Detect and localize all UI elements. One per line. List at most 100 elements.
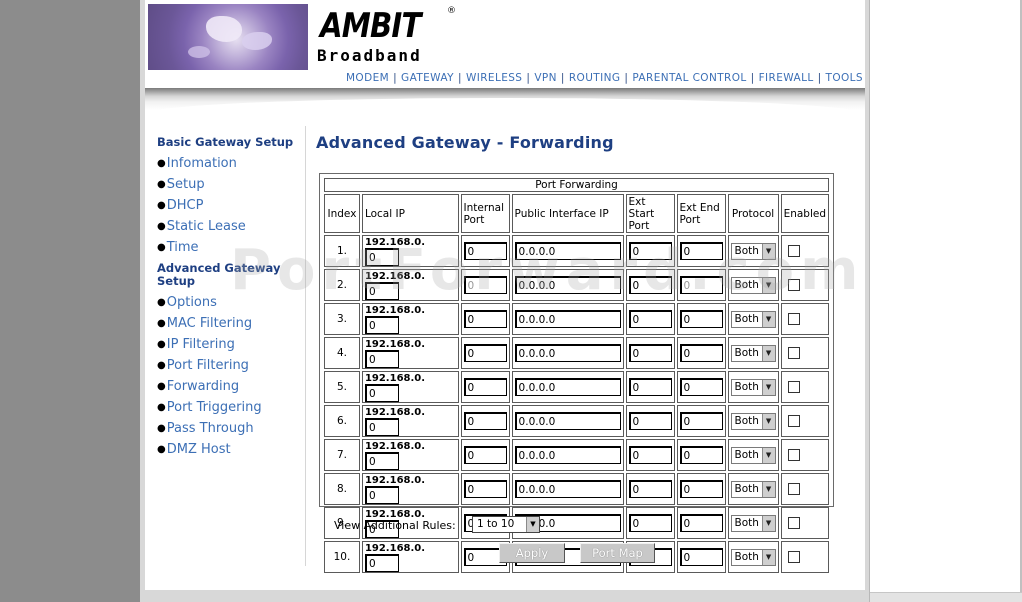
public-ip-input[interactable] <box>514 310 621 328</box>
ext-end-port-input[interactable] <box>679 378 723 396</box>
ext-start-port-input[interactable] <box>628 480 672 498</box>
protocol-select[interactable]: Both ▼ <box>730 276 776 294</box>
enabled-checkbox[interactable] <box>787 381 800 393</box>
sidebar-item[interactable]: ●Setup <box>157 174 307 195</box>
public-ip-input[interactable] <box>514 276 621 294</box>
protocol-select[interactable]: Both ▼ <box>730 344 776 362</box>
local-ip-octet-input[interactable] <box>364 486 399 504</box>
ip-prefix: 192.168.0. <box>364 373 426 384</box>
protocol-cell: Both ▼ <box>727 337 779 369</box>
ext-end-port-input[interactable] <box>679 344 723 362</box>
public-ip-input[interactable] <box>514 242 621 260</box>
enabled-checkbox[interactable] <box>787 279 800 291</box>
protocol-select[interactable]: Both ▼ <box>730 446 776 464</box>
internal-port-input[interactable] <box>463 310 507 328</box>
ext-start-port-input[interactable] <box>628 276 672 294</box>
enabled-checkbox[interactable] <box>787 415 800 427</box>
protocol-cell: Both ▼ <box>727 303 779 335</box>
enabled-checkbox[interactable] <box>787 245 800 257</box>
ext-start-port-input[interactable] <box>628 446 672 464</box>
ext-start-port-input[interactable] <box>628 344 672 362</box>
ext-end-port-input[interactable] <box>679 276 723 294</box>
sidebar-item[interactable]: ●DHCP <box>157 195 307 216</box>
internal-port-input[interactable] <box>463 412 507 430</box>
ext-start-port-input[interactable] <box>628 242 672 260</box>
internal-port-input[interactable] <box>463 446 507 464</box>
internal-port-cell <box>460 269 510 301</box>
topnav-item[interactable]: TOOLS <box>826 72 863 84</box>
topnav-item[interactable]: ROUTING <box>569 72 621 84</box>
enabled-checkbox[interactable] <box>787 551 800 563</box>
local-ip-octet-input[interactable] <box>364 554 399 572</box>
enabled-checkbox[interactable] <box>787 483 800 495</box>
public-ip-input[interactable] <box>514 480 621 498</box>
local-ip-octet-input[interactable] <box>364 384 399 402</box>
internal-port-input[interactable] <box>463 276 507 294</box>
topnav-item[interactable]: MODEM <box>346 72 389 84</box>
local-ip-octet-input[interactable] <box>364 316 399 334</box>
ext-end-port-input[interactable] <box>679 480 723 498</box>
port-map-button[interactable]: Port Map <box>580 543 655 563</box>
ext-end-port-input[interactable] <box>679 242 723 260</box>
apply-button[interactable]: Apply <box>499 543 565 563</box>
enabled-cell <box>780 507 829 539</box>
protocol-value: Both <box>734 380 759 393</box>
protocol-value: Both <box>734 244 759 257</box>
topnav-item[interactable]: VPN <box>534 72 557 84</box>
internal-port-cell <box>460 303 510 335</box>
ext-end-port-input[interactable] <box>679 310 723 328</box>
enabled-checkbox[interactable] <box>787 449 800 461</box>
internal-port-input[interactable] <box>463 344 507 362</box>
sidebar-item[interactable]: ●Static Lease <box>157 216 307 237</box>
protocol-select[interactable]: Both ▼ <box>730 310 776 328</box>
protocol-select[interactable]: Both ▼ <box>730 378 776 396</box>
enabled-checkbox[interactable] <box>787 313 800 325</box>
sidebar-item[interactable]: ●Options <box>157 292 307 313</box>
public-ip-input[interactable] <box>514 412 621 430</box>
sidebar-item[interactable]: ●Port Triggering <box>157 397 307 418</box>
protocol-select[interactable]: Both ▼ <box>730 242 776 260</box>
sidebar-item[interactable]: ●Forwarding <box>157 376 307 397</box>
protocol-select[interactable]: Both ▼ <box>730 548 776 566</box>
ext-end-cell <box>676 405 726 437</box>
internal-port-input[interactable] <box>463 242 507 260</box>
topnav-item[interactable]: WIRELESS <box>466 72 522 84</box>
ext-end-port-input[interactable] <box>679 548 723 566</box>
sidebar-item[interactable]: ●MAC Filtering <box>157 313 307 334</box>
local-ip-octet-input[interactable] <box>364 282 399 300</box>
protocol-select[interactable]: Both ▼ <box>730 412 776 430</box>
local-ip-octet-input[interactable] <box>364 350 399 368</box>
ext-end-port-input[interactable] <box>679 514 723 532</box>
ext-end-port-input[interactable] <box>679 412 723 430</box>
sidebar-item[interactable]: ●Infomation <box>157 153 307 174</box>
ext-end-cell <box>676 337 726 369</box>
internal-port-input[interactable] <box>463 378 507 396</box>
local-ip-octet-input[interactable] <box>364 418 399 436</box>
view-rules-select[interactable]: 1 to 10 ▼ <box>472 516 540 533</box>
local-ip-octet-input[interactable] <box>364 248 399 266</box>
protocol-select[interactable]: Both ▼ <box>730 514 776 532</box>
bullet-icon: ● <box>157 423 166 434</box>
protocol-cell: Both ▼ <box>727 235 779 267</box>
topnav-item[interactable]: GATEWAY <box>401 72 454 84</box>
ext-start-port-input[interactable] <box>628 514 672 532</box>
sidebar-item[interactable]: ●DMZ Host <box>157 439 307 460</box>
enabled-checkbox[interactable] <box>787 347 800 359</box>
public-ip-input[interactable] <box>514 344 621 362</box>
ext-start-port-input[interactable] <box>628 378 672 396</box>
internal-port-input[interactable] <box>463 480 507 498</box>
sidebar-item[interactable]: ●Port Filtering <box>157 355 307 376</box>
local-ip-octet-input[interactable] <box>364 452 399 470</box>
enabled-checkbox[interactable] <box>787 517 800 529</box>
protocol-select[interactable]: Both ▼ <box>730 480 776 498</box>
public-ip-input[interactable] <box>514 378 621 396</box>
sidebar-item[interactable]: ●Time <box>157 237 307 258</box>
topnav-item[interactable]: PARENTAL CONTROL <box>632 72 746 84</box>
ext-start-port-input[interactable] <box>628 310 672 328</box>
public-ip-input[interactable] <box>514 446 621 464</box>
ext-end-port-input[interactable] <box>679 446 723 464</box>
sidebar-item[interactable]: ●IP Filtering <box>157 334 307 355</box>
ext-start-port-input[interactable] <box>628 412 672 430</box>
topnav-item[interactable]: FIREWALL <box>759 72 814 84</box>
sidebar-item[interactable]: ●Pass Through <box>157 418 307 439</box>
